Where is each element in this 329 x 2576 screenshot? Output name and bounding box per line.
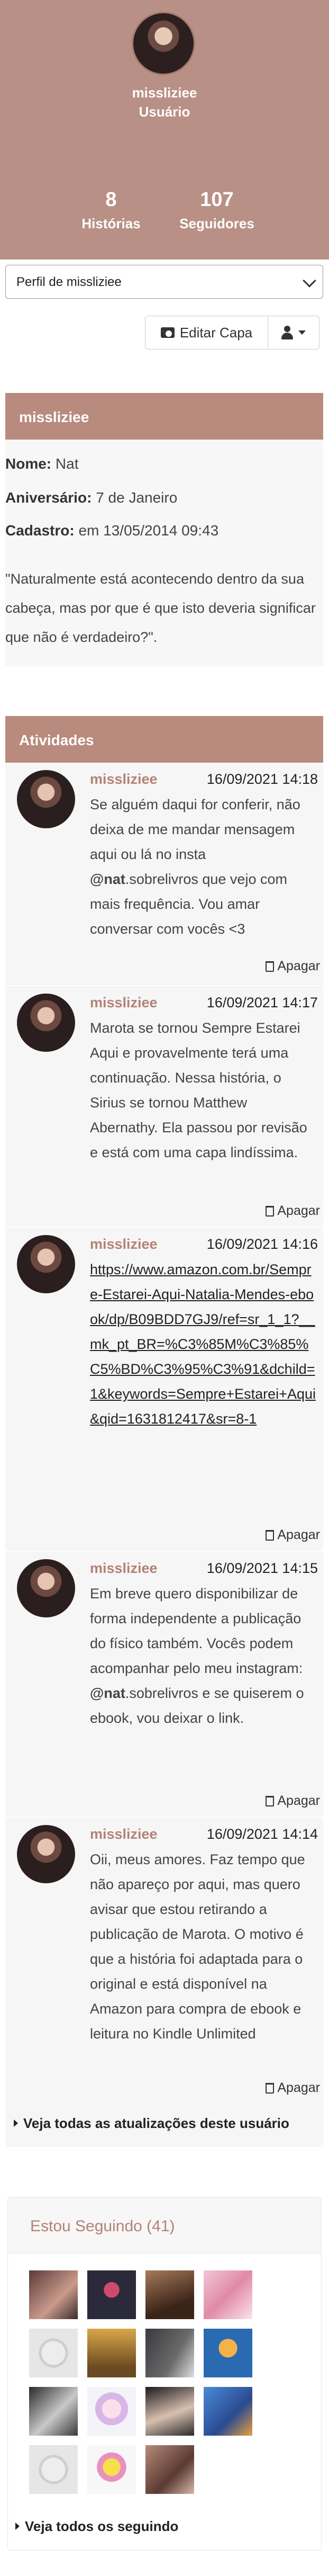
- delete-label: Apagar: [277, 959, 320, 973]
- following-avatar[interactable]: [29, 2270, 78, 2319]
- activity-user[interactable]: missliziee: [90, 1236, 158, 1253]
- info-name: Nome: Nat: [5, 455, 78, 472]
- caret-down-icon: [298, 330, 306, 335]
- following-avatar[interactable]: [204, 2387, 252, 2436]
- following-panel: Estou Seguindo (41) Veja todos os seguin…: [7, 2197, 322, 2551]
- following-avatar[interactable]: [87, 2387, 136, 2436]
- delete-label: Apagar: [277, 1527, 320, 1542]
- see-all-activities-link[interactable]: Veja todas as atualizações deste usuário: [14, 2115, 289, 2132]
- following-avatar[interactable]: [145, 2387, 194, 2436]
- following-avatar[interactable]: [204, 2329, 252, 2377]
- stat-followers-label: Seguidores: [179, 216, 254, 231]
- activity-avatar[interactable]: [17, 1559, 75, 1617]
- delete-button[interactable]: Apagar: [266, 2080, 320, 2096]
- activity-text: Em breve quero disponibilizar de forma i…: [90, 1581, 316, 1731]
- delete-label: Apagar: [277, 2080, 320, 2095]
- following-avatar[interactable]: [204, 2270, 252, 2319]
- activity-time: 16/09/2021 14:14: [206, 1826, 318, 1842]
- info-birthday: Aniversário: 7 de Janeiro: [5, 489, 177, 506]
- info-name-value: Nat: [55, 455, 79, 472]
- delete-button[interactable]: Apagar: [266, 1527, 320, 1543]
- activity-link[interactable]: https://www.amazon.com.br/Sempre-Estarei…: [90, 1257, 316, 1432]
- stat-stories-count: 8: [105, 189, 117, 211]
- delete-button[interactable]: Apagar: [266, 1793, 320, 1809]
- following-avatar[interactable]: [145, 2329, 194, 2377]
- stat-stories[interactable]: 8 Histórias: [58, 188, 164, 232]
- following-avatar[interactable]: [145, 2445, 194, 2494]
- info-birthday-value: 7 de Janeiro: [96, 489, 178, 506]
- info-signup-label: Cadastro:: [5, 522, 75, 539]
- activity-item: missliziee 16/09/2021 14:16 https://www.…: [5, 1228, 323, 1551]
- activity-avatar[interactable]: [17, 1825, 75, 1883]
- activity-avatar[interactable]: [17, 1235, 75, 1293]
- profile-role: Usuário: [139, 104, 190, 120]
- user-icon: [281, 326, 293, 339]
- following-avatar[interactable]: [87, 2270, 136, 2319]
- profile-avatar[interactable]: [132, 12, 195, 75]
- activity-avatar[interactable]: [17, 770, 75, 828]
- profile-username: missliziee: [132, 85, 197, 101]
- default-avatar-icon[interactable]: [29, 2445, 78, 2494]
- activity-item: missliziee 16/09/2021 14:18 Se alguém da…: [5, 763, 323, 985]
- activity-text-part: Em breve quero disponibilizar de forma i…: [90, 1586, 303, 1676]
- delete-button[interactable]: Apagar: [266, 959, 320, 974]
- following-title: Estou Seguindo (41): [30, 2217, 175, 2235]
- mention-link[interactable]: @nat: [90, 871, 125, 887]
- trash-icon: [266, 2082, 275, 2094]
- mention-link[interactable]: @nat: [90, 1685, 125, 1701]
- stat-stories-label: Histórias: [81, 216, 141, 231]
- info-signup-value: em 13/05/2014 09:43: [78, 522, 219, 539]
- camera-icon: [160, 327, 175, 338]
- activity-time: 16/09/2021 14:16: [206, 1236, 318, 1252]
- following-panel-header: Estou Seguindo (41): [8, 2197, 321, 2253]
- delete-label: Apagar: [277, 1793, 320, 1808]
- activity-text-part: Se alguém daqui for conferir, não deixa …: [90, 797, 300, 862]
- info-birthday-label: Aniversário:: [5, 489, 92, 506]
- activity-user[interactable]: missliziee: [90, 995, 158, 1011]
- profile-header: missliziee Usuário 8 Histórias 107 Segui…: [0, 0, 329, 260]
- activity-text: Se alguém daqui for conferir, não deixa …: [90, 792, 316, 942]
- delete-label: Apagar: [277, 1203, 320, 1218]
- trash-icon: [266, 1205, 275, 1217]
- see-all-following-link[interactable]: Veja todos os seguindo: [15, 2518, 178, 2535]
- delete-button[interactable]: Apagar: [266, 1203, 320, 1219]
- following-avatar[interactable]: [29, 2387, 78, 2436]
- activity-text: Oii, meus amores. Faz tempo que não apar…: [90, 1851, 305, 2042]
- stat-followers-count: 107: [200, 189, 234, 211]
- activity-item: missliziee 16/09/2021 14:14 Oii, meus am…: [5, 1818, 323, 2147]
- info-name-label: Nome:: [5, 455, 52, 472]
- following-avatar[interactable]: [87, 2445, 136, 2494]
- trash-icon: [266, 961, 275, 972]
- stat-followers[interactable]: 107 Seguidores: [164, 188, 270, 232]
- activities-panel-title: Atividades: [5, 716, 323, 763]
- activity-user[interactable]: missliziee: [90, 1826, 158, 1842]
- edit-cover-label: Editar Capa: [179, 324, 253, 341]
- activity-item: missliziee 16/09/2021 14:15 Em breve que…: [5, 1552, 323, 1817]
- edit-cover-button[interactable]: Editar Capa: [145, 316, 268, 350]
- activity-user[interactable]: missliziee: [90, 771, 158, 788]
- trash-icon: [266, 1529, 275, 1541]
- activity-time: 16/09/2021 14:17: [206, 995, 318, 1010]
- info-signup: Cadastro: em 13/05/2014 09:43: [5, 522, 218, 539]
- profile-bio: "Naturalmente está acontecendo dentro da…: [5, 571, 316, 645]
- following-avatar[interactable]: [145, 2270, 194, 2319]
- default-avatar-icon[interactable]: [29, 2329, 78, 2377]
- activity-avatar[interactable]: [17, 994, 75, 1052]
- chevron-down-icon: [303, 274, 316, 288]
- user-menu-button[interactable]: [268, 316, 319, 350]
- activity-user[interactable]: missliziee: [90, 1560, 158, 1577]
- activity-item: missliziee 16/09/2021 14:17 Marota se to…: [5, 986, 323, 1227]
- activity-time: 16/09/2021 14:15: [206, 1560, 318, 1576]
- profile-select[interactable]: Perfil de missliziee: [5, 265, 323, 299]
- trash-icon: [266, 1795, 275, 1806]
- activity-time: 16/09/2021 14:18: [206, 771, 318, 787]
- following-avatar[interactable]: [87, 2329, 136, 2377]
- activity-text: Marota se tornou Sempre Estarei Aqui e p…: [90, 1020, 307, 1160]
- about-panel-title: missliziee: [5, 393, 323, 440]
- about-panel-body: Nome: Nat Aniversário: 7 de Janeiro Cada…: [5, 440, 323, 666]
- profile-select-value: Perfil de missliziee: [16, 275, 122, 289]
